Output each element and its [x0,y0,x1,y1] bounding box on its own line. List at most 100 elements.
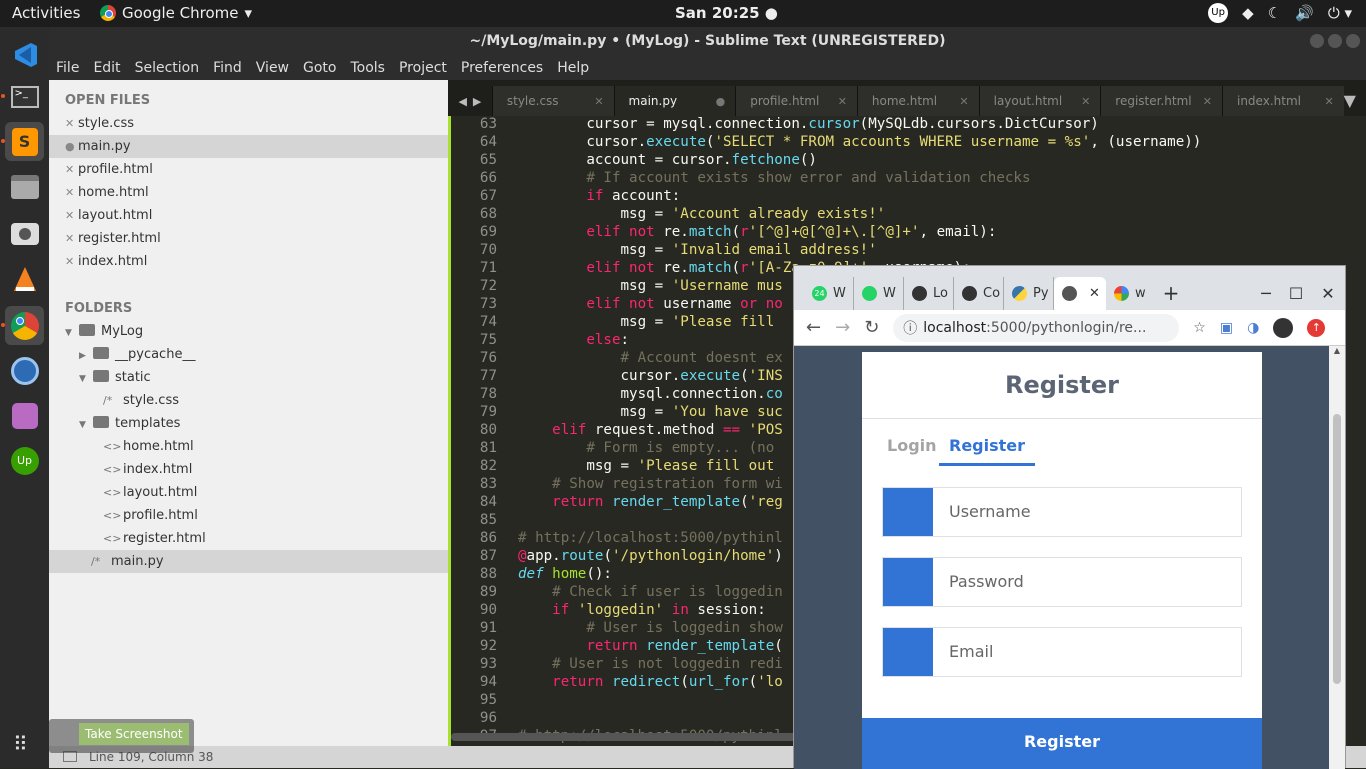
browser-tab[interactable]: Lo [904,277,954,310]
open-file-item[interactable]: ✕ register.html [49,227,448,250]
upwork-dock-icon[interactable]: Up [5,441,44,480]
menu-preferences[interactable]: Preferences [461,60,543,76]
show-apps-icon[interactable]: ⠿ [13,732,28,756]
minimize-button[interactable]: ─ [1251,277,1281,310]
open-file-item[interactable]: ● main.py [49,135,448,158]
chrome-dock-icon[interactable] [5,306,44,345]
upwork-icon[interactable]: Up [1208,3,1229,23]
extension-icon[interactable]: ▣ [1220,320,1233,336]
app-menu[interactable]: Google Chrome ▾ [100,4,252,22]
system-tray[interactable]: Up ◆ ☾ 🔊 ⏻ ▾ [1208,3,1352,23]
open-file-item[interactable]: ✕ index.html [49,250,448,273]
browser-tab[interactable]: w [1106,277,1156,310]
dirty-dot-icon[interactable]: ● [716,95,726,108]
extension-icon[interactable]: ◑ [1247,320,1259,336]
close-icon[interactable]: ✕ [1324,95,1333,108]
screenshot-app-icon[interactable] [5,214,44,253]
reload-icon[interactable]: ↻ [864,317,879,338]
tab-style-css[interactable]: style.css ✕ [491,86,614,116]
browser-tab[interactable]: Co [954,277,1004,310]
tab-list-icon[interactable]: ▼ [1344,86,1366,116]
tab-main-py[interactable]: main.py ● [613,86,736,116]
close-icon[interactable]: ✕ [1089,286,1100,301]
browser-tab-active[interactable]: ✕ [1054,277,1106,310]
close-icon[interactable]: ✕ [838,95,847,108]
register-link[interactable]: Register [939,436,1036,466]
night-light-icon[interactable]: ☾ [1268,4,1281,22]
vlc-icon[interactable] [5,259,44,298]
close-icon[interactable]: ✕ [65,181,78,204]
menu-file[interactable]: File [56,60,79,76]
back-icon[interactable]: ← [806,317,821,338]
menu-tools[interactable]: Tools [350,60,385,76]
file-home-html[interactable]: <> home.html [49,435,448,458]
dropbox-icon[interactable]: ◆ [1242,4,1254,22]
close-icon[interactable]: ✕ [65,227,78,250]
cheese-icon[interactable] [5,396,44,435]
close-icon[interactable]: ✕ [65,112,78,135]
file-index-html[interactable]: <> index.html [49,458,448,481]
volume-icon[interactable]: 🔊 [1295,4,1314,22]
folder-static[interactable]: ▼ static [49,366,448,389]
menu-selection[interactable]: Selection [135,60,200,76]
forward-icon[interactable]: → [835,317,850,338]
close-icon[interactable]: ✕ [65,158,78,181]
dirty-dot-icon[interactable]: ● [65,135,78,158]
terminal-icon[interactable]: >_ [5,77,44,116]
menu-goto[interactable]: Goto [303,60,336,76]
close-icon[interactable]: ✕ [1203,95,1212,108]
login-link[interactable]: Login [887,436,937,455]
scroll-thumb[interactable] [1333,414,1341,684]
horizontal-scrollbar[interactable] [451,733,849,741]
maximize-button[interactable]: ☐ [1281,277,1311,310]
open-file-item[interactable]: ✕ style.css [49,112,448,135]
browser-tab[interactable]: W [854,277,904,310]
open-file-item[interactable]: ✕ profile.html [49,158,448,181]
menu-find[interactable]: Find [213,60,242,76]
page-scrollbar[interactable]: ▲ [1329,346,1345,769]
maximize-button[interactable] [1328,34,1342,48]
browser-tab[interactable]: Py [1004,277,1054,310]
tab-register-html[interactable]: register.html ✕ [1100,86,1222,116]
file-register-html[interactable]: <> register.html [49,527,448,550]
folder-pycache[interactable]: ▶ __pycache__ [49,343,448,366]
file-layout-html[interactable]: <> layout.html [49,481,448,504]
email-field[interactable]: Email [882,627,1242,677]
menu-view[interactable]: View [256,60,289,76]
close-icon[interactable]: ✕ [65,204,78,227]
close-icon[interactable]: ✕ [959,95,968,108]
update-icon[interactable]: ↑ [1307,318,1326,337]
folder-templates[interactable]: ▼ templates [49,412,448,435]
bookmark-star-icon[interactable]: ☆ [1193,320,1206,336]
take-screenshot-button[interactable]: Take Screenshot [79,723,189,745]
close-icon[interactable]: ✕ [65,250,78,273]
menu-edit[interactable]: Edit [93,60,120,76]
close-icon[interactable]: ✕ [594,95,603,108]
new-tab-button[interactable]: + [1156,277,1186,310]
tab-layout-html[interactable]: layout.html ✕ [978,86,1101,116]
file-profile-html[interactable]: <> profile.html [49,504,448,527]
password-field[interactable]: Password [882,557,1242,607]
menu-project[interactable]: Project [399,60,447,76]
menu-help[interactable]: Help [557,60,589,76]
activities-button[interactable]: Activities [12,4,80,22]
register-submit-button[interactable]: Register [862,718,1262,769]
tab-profile-html[interactable]: profile.html ✕ [735,86,857,116]
sublime-text-icon[interactable]: S [5,122,44,161]
files-icon[interactable] [5,167,44,206]
tab-scroll-arrows[interactable]: ◀ ▶ [448,86,492,116]
power-icon[interactable]: ⏻ ▾ [1328,4,1352,22]
close-button[interactable]: ✕ [1311,277,1345,310]
close-icon[interactable]: ✕ [1081,95,1090,108]
close-button[interactable] [1346,34,1360,48]
file-main-py[interactable]: /* main.py [49,550,448,573]
tab-home-html[interactable]: home.html ✕ [856,86,979,116]
open-file-item[interactable]: ✕ layout.html [49,204,448,227]
tab-index-html[interactable]: index.html ✕ [1221,86,1344,116]
avatar[interactable] [1273,317,1294,338]
browser-tab[interactable]: 24 W [804,277,854,310]
info-icon[interactable]: ⓘ [903,318,917,338]
file-style-css[interactable]: /* style.css [49,389,448,412]
address-bar[interactable]: ⓘ localhost:5000/pythonlogin/re... [893,313,1180,342]
clock[interactable]: San 20:25 ● [675,4,778,22]
